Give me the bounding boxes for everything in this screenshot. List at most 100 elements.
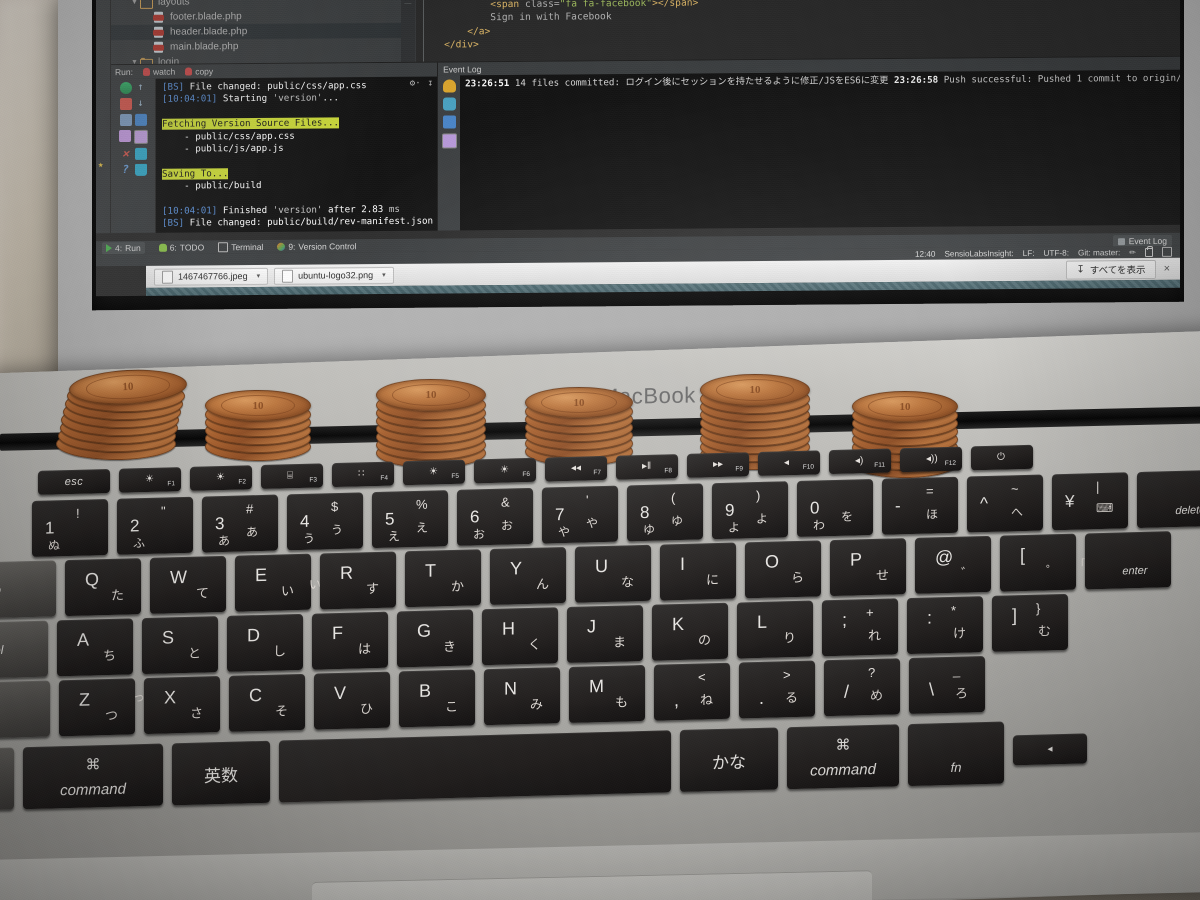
show-all-downloads-button[interactable]: ↧ すべてを表示 [1066, 259, 1156, 280]
soft-wrap-icon[interactable] [442, 115, 456, 129]
key-n[interactable]: Nみ [484, 667, 560, 726]
key-slash[interactable]: /? め [824, 658, 900, 717]
keyboard[interactable]: esc ☀ F1 ☀ F2 ⌸ F3 ∷ F4 ☀ F5 ☀ F6 ◂◂ F7 ▸‖ F8 ▸▸… [0, 435, 1200, 859]
key-shift[interactable]: shift [0, 680, 50, 740]
key-x[interactable]: Xさ [144, 676, 220, 735]
key-6[interactable]: 6 & おお [457, 487, 533, 546]
key-period[interactable]: . > る [739, 660, 815, 719]
console-header-tools[interactable]: ⚙· ↧ [410, 78, 433, 91]
key-f9[interactable]: ▸▸ F9 [687, 452, 749, 478]
key-arrow-left[interactable]: ◂ [1013, 733, 1087, 766]
key-z[interactable]: Zつっ [59, 678, 145, 737]
rerun-icon[interactable] [119, 81, 132, 95]
key-i[interactable]: Iに [660, 542, 736, 601]
lock-icon[interactable] [1145, 247, 1153, 257]
tool-window-version-control[interactable]: 9: Version Control [277, 241, 357, 252]
key-a[interactable]: Aち [57, 618, 133, 677]
key-v[interactable]: Vひ [314, 671, 390, 730]
memory-icon[interactable] [1162, 246, 1172, 257]
key-9[interactable]: 9) よよ [712, 481, 788, 540]
run-tab-copy[interactable]: copy [185, 66, 213, 76]
key-at[interactable]: @ ゛ [915, 535, 991, 594]
key-f5[interactable]: ☀ F5 [403, 459, 465, 486]
expand-collapse-icon[interactable]: ▼ [129, 59, 140, 64]
key-colon[interactable]: : * け [907, 596, 983, 655]
tool-window-run[interactable]: 4: Run [102, 241, 145, 254]
key-f7[interactable]: ◂◂ F7 [545, 455, 607, 482]
clear-all-icon[interactable] [134, 147, 147, 160]
chevron-down-icon[interactable]: ▾ [257, 272, 261, 280]
key-y[interactable]: Yん [490, 547, 566, 606]
download-item[interactable]: ubuntu-logo32.png ▾ [274, 266, 394, 285]
help-icon[interactable]: ? [120, 163, 132, 176]
tool-window-todo[interactable]: 6: TODO [158, 242, 204, 252]
key-2[interactable]: 2 " ふ [117, 496, 193, 555]
key-1[interactable]: 1! ぬ [32, 499, 108, 558]
left-tool-rail[interactable]: 2: Favorites ★ [96, 0, 111, 234]
key-f6[interactable]: ☀ F6 [474, 457, 536, 484]
key-m[interactable]: Mも [569, 664, 645, 723]
key-control[interactable]: control [0, 620, 48, 680]
key-b[interactable]: Bこ [399, 669, 475, 728]
key-kana[interactable]: かな [680, 727, 778, 793]
gear-icon[interactable]: ⚙· [410, 78, 421, 90]
key-0[interactable]: 0をわ [797, 478, 873, 537]
key-eisu[interactable]: 英数 [172, 740, 270, 806]
key-comma[interactable]: , < ね [654, 662, 730, 721]
key-u[interactable]: Uな [575, 544, 651, 603]
key-t[interactable]: Tか [405, 549, 481, 608]
key-fn[interactable]: fn [908, 721, 1004, 787]
key-f11[interactable]: ◂) F11 [829, 448, 891, 475]
key-k[interactable]: Kの [652, 602, 728, 661]
key-c[interactable]: Cそ [229, 673, 305, 732]
key-backslash[interactable]: \ _ ろ [909, 656, 985, 715]
key-space[interactable] [279, 730, 671, 803]
code-editor[interactable]: |||| <a href="/login/facebook" class="bt… [401, 0, 1180, 62]
status-encoding[interactable]: UTF-8: [1044, 248, 1069, 257]
status-inspection[interactable]: SensioLabsInsight: [944, 249, 1013, 259]
key-semicolon[interactable]: ; + れ [822, 598, 898, 657]
key-8[interactable]: 8(ゆゆ [627, 483, 703, 542]
download-item[interactable]: 1467467766.jpeg ▾ [154, 267, 269, 286]
key-5[interactable]: 5% ええ [372, 490, 448, 549]
tool-window-terminal[interactable]: Terminal [218, 241, 263, 252]
key-enter[interactable]: enter [1085, 531, 1171, 590]
key-e[interactable]: Eいい [235, 553, 321, 612]
close-downloads-icon[interactable]: × [1164, 263, 1170, 275]
key-f1[interactable]: ☀ F1 [119, 467, 181, 493]
key-3[interactable]: 3 # ああ [202, 494, 278, 553]
key-delete[interactable]: delete [1137, 469, 1200, 529]
key-g[interactable]: Gき [397, 609, 473, 668]
key-power[interactable]: ⏻ [971, 444, 1033, 471]
chat-icon[interactable] [442, 97, 456, 111]
run-console-output[interactable]: ⚙· ↧ [BS] File changed: public/css/app.css… [156, 76, 438, 233]
key-f4[interactable]: ∷ F4 [332, 461, 394, 488]
key-r[interactable]: Rす [320, 551, 396, 610]
key-f2[interactable]: ☀ F2 [190, 465, 252, 491]
key-bracket-left[interactable]: [゜「 [1000, 533, 1086, 592]
key-yen[interactable]: ¥ | ⌨ [1052, 472, 1128, 531]
key-q[interactable]: Qた [65, 558, 141, 617]
trash-icon[interactable] [134, 163, 147, 176]
editor-gutter[interactable]: |||| [401, 0, 416, 62]
key-j[interactable]: Jま [567, 605, 643, 663]
expand-collapse-icon[interactable]: ▼ [129, 0, 140, 6]
run-tab-watch[interactable]: watch [142, 67, 175, 77]
key-f[interactable]: Fは [312, 611, 388, 670]
key-w[interactable]: Wて [150, 555, 226, 614]
key-minus[interactable]: - = ほ [882, 476, 958, 535]
export-to-file-icon[interactable]: ↧ [428, 78, 433, 90]
chevron-down-icon[interactable]: ▾ [382, 271, 386, 279]
lightbulb-icon[interactable] [442, 79, 456, 93]
project-tree[interactable]: ▶ errors ▼ layouts footer [111, 0, 401, 65]
key-l[interactable]: Lり [737, 600, 813, 659]
key-esc[interactable]: esc [38, 468, 110, 495]
event-log-entries[interactable]: ⚙·↧23:26:51 14 files committed: ログイン後にセッ… [460, 57, 1180, 231]
key-f8[interactable]: ▸‖ F8 [616, 454, 678, 480]
key-o[interactable]: Oら [745, 540, 821, 599]
key-tab[interactable]: tab [0, 560, 56, 619]
pencil-icon[interactable]: ✏ [1129, 248, 1136, 257]
key-command-right[interactable]: ⌘ command [787, 724, 899, 790]
key-d[interactable]: Dし [227, 613, 303, 672]
key-f10[interactable]: ◂ F10 [758, 450, 820, 476]
